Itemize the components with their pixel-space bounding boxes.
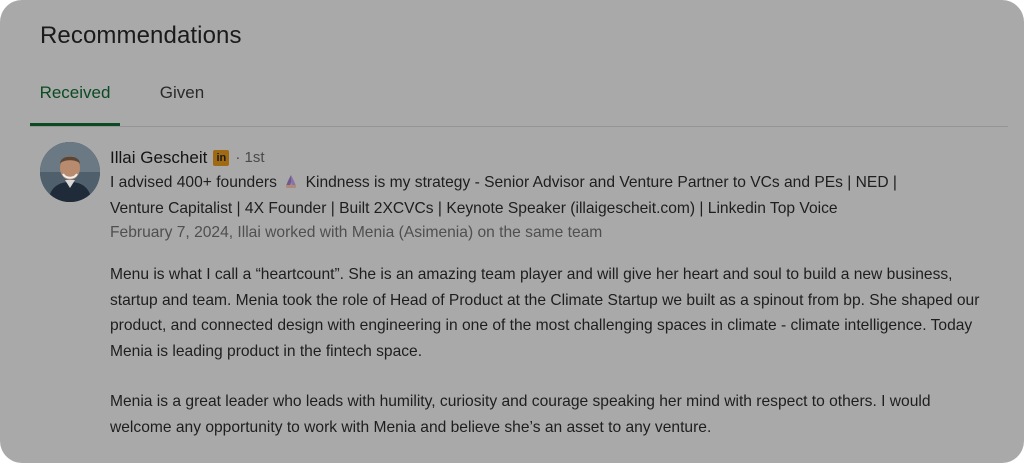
avatar-photo: [40, 142, 100, 202]
recommender-headline: I advised 400+ founders Kindness is my s…: [110, 170, 1000, 222]
tab-given[interactable]: Given: [148, 70, 216, 125]
headline-line2: Venture Capitalist | 4X Founder | Built …: [110, 200, 838, 217]
headline-rest: Kindness is my strategy - Senior Advisor…: [305, 174, 897, 191]
recommendation-header: Illai Gescheit in · 1st I advised 400+ f…: [110, 147, 1000, 244]
recommendation-context: February 7, 2024, Illai worked with Meni…: [110, 224, 603, 241]
folded-hands-icon: [286, 175, 297, 188]
headline-part1: I advised 400+ founders: [110, 174, 277, 191]
name-line: Illai Gescheit in · 1st: [110, 147, 1000, 169]
linkedin-icon: in: [213, 150, 230, 166]
recommendations-card: Recommendations Received Given Illai Ges…: [0, 0, 1024, 463]
tab-received[interactable]: Received: [30, 70, 120, 126]
recommendation-text: Menu is what I call a “heartcount”. She …: [110, 262, 990, 440]
tab-bar: Received Given: [30, 70, 1008, 127]
recommender-name[interactable]: Illai Gescheit: [110, 147, 207, 169]
connection-degree: · 1st: [235, 149, 265, 166]
section-title: Recommendations: [40, 22, 242, 49]
recommendation-paragraph-2: Menia is a great leader who leads with h…: [110, 393, 931, 436]
recommendation-paragraph-1: Menu is what I call a “heartcount”. She …: [110, 266, 980, 360]
avatar[interactable]: [40, 142, 100, 202]
